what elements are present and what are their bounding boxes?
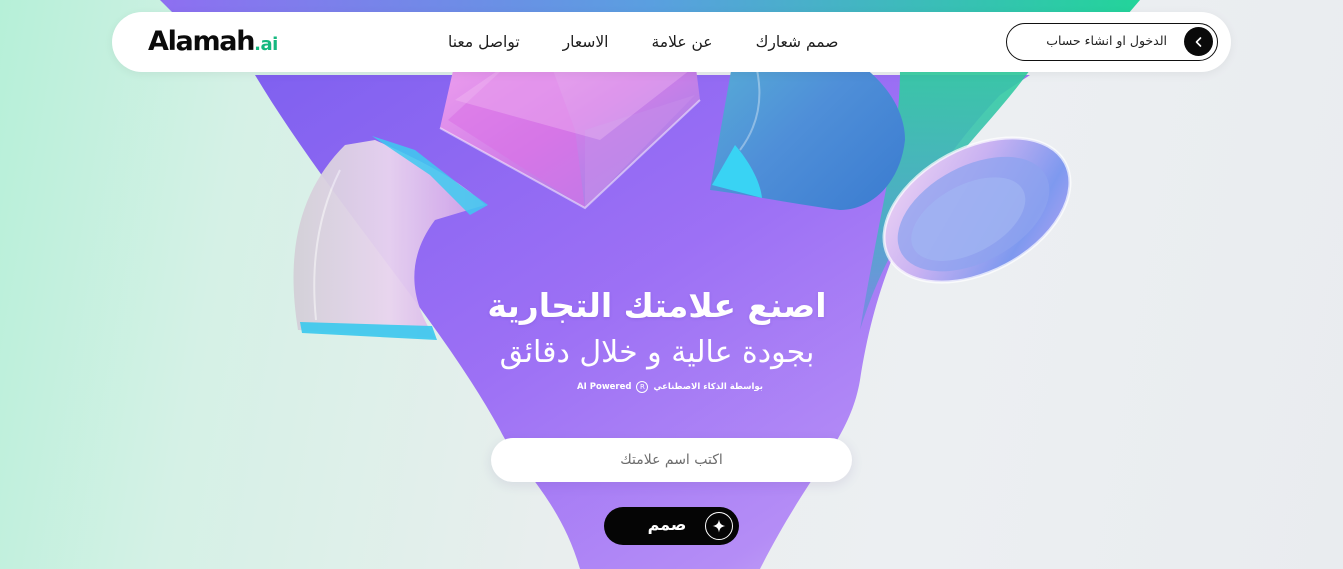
ai-powered-tagline: AI Powered R بواسطة الذكاء الاصطناعي (540, 378, 800, 396)
powered-arabic-label: بواسطة الذكاء الاصطناعي (653, 382, 763, 392)
login-button-label: الدخول او انشاء حساب (1046, 33, 1167, 48)
powered-english-label: AI Powered (577, 382, 632, 392)
nav-link-pricing[interactable]: الاسعار (563, 33, 609, 51)
hero-title: اصنع علامتك التجارية (487, 286, 827, 325)
brand-name-input[interactable] (491, 438, 852, 482)
alamah-logo[interactable]: Alamah .ai (148, 26, 278, 58)
logo-wordmark: Alamah (148, 26, 255, 57)
top-navbar: Alamah .ai صمم شعارك عن علامة الاسعار تو… (112, 12, 1231, 72)
sparkle-icon (705, 512, 733, 540)
hero-subtitle: بجودة عالية و خلال دقائق (499, 335, 815, 370)
nav-link-about[interactable]: عن علامة (651, 33, 712, 51)
logo-tld: .ai (254, 34, 278, 55)
chevron-left-icon (1184, 27, 1213, 56)
design-submit-button[interactable]: صمم (604, 507, 739, 545)
main-nav: صمم شعارك عن علامة الاسعار تواصل معنا (448, 12, 838, 72)
nav-link-design-logo[interactable]: صمم شعارك (756, 33, 839, 51)
login-signup-button[interactable]: الدخول او انشاء حساب (1006, 23, 1218, 61)
design-button-label: صمم (647, 515, 687, 534)
nav-link-contact[interactable]: تواصل معنا (448, 33, 520, 51)
registered-mark-icon: R (636, 381, 649, 393)
